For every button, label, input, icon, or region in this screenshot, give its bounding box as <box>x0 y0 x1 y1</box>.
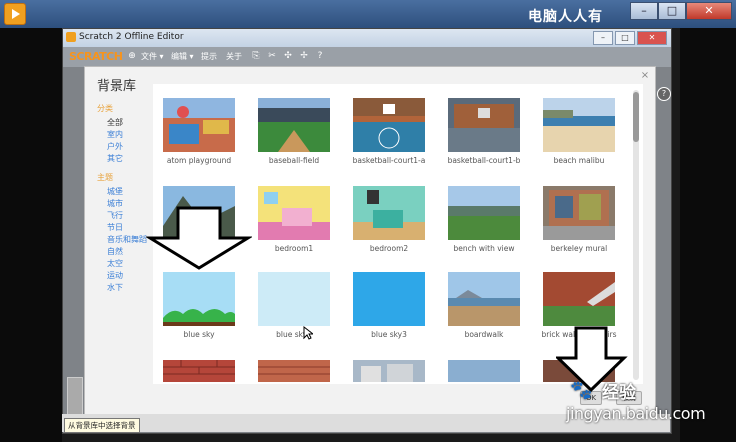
window-title: Scratch 2 Offline Editor <box>79 32 184 42</box>
backdrop-thumbnail <box>448 186 520 240</box>
letterbox-left <box>0 28 62 442</box>
backdrop-thumbnail <box>163 272 235 326</box>
mouse-cursor-icon <box>303 326 313 340</box>
annotation-arrow-icon <box>146 206 252 270</box>
maximize-button[interactable]: □ <box>615 31 635 45</box>
paw-icon: 🐾 <box>570 380 593 401</box>
backdrop-thumbnail <box>258 186 330 240</box>
backdrop-tile[interactable]: bedroom1 <box>258 186 330 256</box>
backdrop-name: bench with view <box>453 244 515 253</box>
outer-titlebar: 电脑人人有 – □ ✕ <box>0 0 736 28</box>
backdrop-name: baseball-field <box>268 156 320 165</box>
scratch-titlebar: Scratch 2 Offline Editor – □ ✕ <box>63 29 671 47</box>
watermark-brand: 经验 <box>602 383 636 403</box>
outer-maximize-button[interactable]: □ <box>658 2 686 20</box>
backdrop-thumbnail <box>258 98 330 152</box>
player-app-icon <box>4 3 26 25</box>
backdrop-thumbnail <box>163 98 235 152</box>
backdrop-tile[interactable]: blue sky <box>163 272 235 342</box>
dialog-close-icon[interactable]: × <box>639 70 651 82</box>
category-all[interactable]: 全部 <box>107 117 123 128</box>
menu-tips[interactable]: 提示 <box>201 51 217 62</box>
backdrop-thumbnail <box>448 360 520 382</box>
backdrop-thumbnail <box>163 360 235 382</box>
menu-file[interactable]: 文件 ▾ <box>141 51 164 62</box>
scrollbar-thumb[interactable] <box>633 92 639 142</box>
status-tooltip: 从背景库中选择背景 <box>64 418 140 433</box>
dialog-title: 背景库 <box>97 79 137 94</box>
backdrop-thumbnail <box>353 98 425 152</box>
theme-space[interactable]: 太空 <box>107 258 123 269</box>
backdrop-name: basketball-court1-b <box>447 156 521 165</box>
theme-castle[interactable]: 城堡 <box>107 186 123 197</box>
theme-sports[interactable]: 运动 <box>107 270 123 281</box>
backdrop-tile[interactable]: blue sky2 <box>258 272 330 342</box>
category-other[interactable]: 其它 <box>107 153 123 164</box>
backdrop-tile[interactable] <box>448 360 520 382</box>
backdrop-name: boardwalk <box>464 330 504 339</box>
outer-close-button[interactable]: ✕ <box>686 2 732 20</box>
scratch-logo: SCRATCH <box>69 50 123 63</box>
backdrop-name: blue sky2 <box>276 330 312 339</box>
backdrop-thumbnail <box>353 360 425 382</box>
backdrop-thumbnail <box>448 98 520 152</box>
close-button[interactable]: ✕ <box>637 31 667 45</box>
backdrop-tile[interactable] <box>258 360 330 382</box>
delete-icon[interactable]: ✂ <box>267 51 277 61</box>
backdrop-thumbnail <box>448 272 520 326</box>
backdrop-name: blue sky <box>183 330 215 339</box>
backdrop-tile[interactable]: atom playground <box>163 98 235 168</box>
backdrop-name: basketball-court1-a <box>352 156 426 165</box>
backdrop-name: bedroom1 <box>274 244 314 253</box>
grow-icon[interactable]: ✣ <box>283 51 293 61</box>
backdrop-tile[interactable]: basketball-court1-b <box>448 98 520 168</box>
backdrop-name: bedroom2 <box>369 244 409 253</box>
backdrop-name: berkeley mural <box>550 244 608 253</box>
backdrop-thumbnail <box>543 98 615 152</box>
backdrop-tile[interactable]: blue sky3 <box>353 272 425 342</box>
letterbox-right <box>680 28 736 442</box>
backdrop-thumbnail <box>543 186 615 240</box>
theme-music-dance[interactable]: 音乐和舞蹈 <box>107 234 147 245</box>
backdrop-tile[interactable]: boardwalk <box>448 272 520 342</box>
category-outdoors[interactable]: 户外 <box>107 141 123 152</box>
shrink-icon[interactable]: ✢ <box>299 51 309 61</box>
backdrop-name: atom playground <box>166 156 232 165</box>
category-heading: 分类 <box>97 104 113 113</box>
backdrop-tile[interactable] <box>163 360 235 382</box>
menubar: SCRATCH ⊕ 文件 ▾ 编辑 ▾ 提示 关于 ⎘ ✂ ✣ ✢ ? <box>63 47 671 67</box>
theme-city[interactable]: 城市 <box>107 198 123 209</box>
backdrop-thumbnail <box>353 272 425 326</box>
outer-minimize-button[interactable]: – <box>630 2 658 20</box>
backdrop-name: blue sky3 <box>371 330 407 339</box>
backdrop-tile[interactable]: beach malibu <box>543 98 615 168</box>
menu-edit[interactable]: 编辑 ▾ <box>171 51 194 62</box>
theme-holiday[interactable]: 节日 <box>107 222 123 233</box>
backdrop-tile[interactable]: berkeley mural <box>543 186 615 256</box>
backdrop-thumbnail <box>258 360 330 382</box>
minimize-button[interactable]: – <box>593 31 613 45</box>
backdrop-name: beach malibu <box>553 156 605 165</box>
theme-heading: 主题 <box>97 173 113 182</box>
backdrop-tile[interactable]: bench with view <box>448 186 520 256</box>
backdrop-thumbnail <box>543 272 615 326</box>
backdrop-thumbnail <box>258 272 330 326</box>
backdrop-tile[interactable]: bedroom2 <box>353 186 425 256</box>
backdrop-tile[interactable]: basketball-court1-a <box>353 98 425 168</box>
duplicate-icon[interactable]: ⎘ <box>251 51 261 61</box>
help-icon[interactable]: ? <box>315 51 325 61</box>
watermark-text: 电脑人人有 <box>528 9 603 25</box>
globe-icon[interactable]: ⊕ <box>127 51 137 61</box>
backdrop-thumbnail <box>353 186 425 240</box>
watermark-url: jingyan.baidu.com <box>566 404 706 423</box>
category-indoors[interactable]: 室内 <box>107 129 123 140</box>
scratch-app-icon <box>66 32 76 42</box>
theme-nature[interactable]: 自然 <box>107 246 123 257</box>
theme-flying[interactable]: 飞行 <box>107 210 123 221</box>
menu-about[interactable]: 关于 <box>226 51 242 62</box>
backdrop-tile[interactable]: baseball-field <box>258 98 330 168</box>
theme-underwater[interactable]: 水下 <box>107 282 123 293</box>
backdrop-tile[interactable] <box>353 360 425 382</box>
help-side-button[interactable]: ? <box>657 87 671 101</box>
